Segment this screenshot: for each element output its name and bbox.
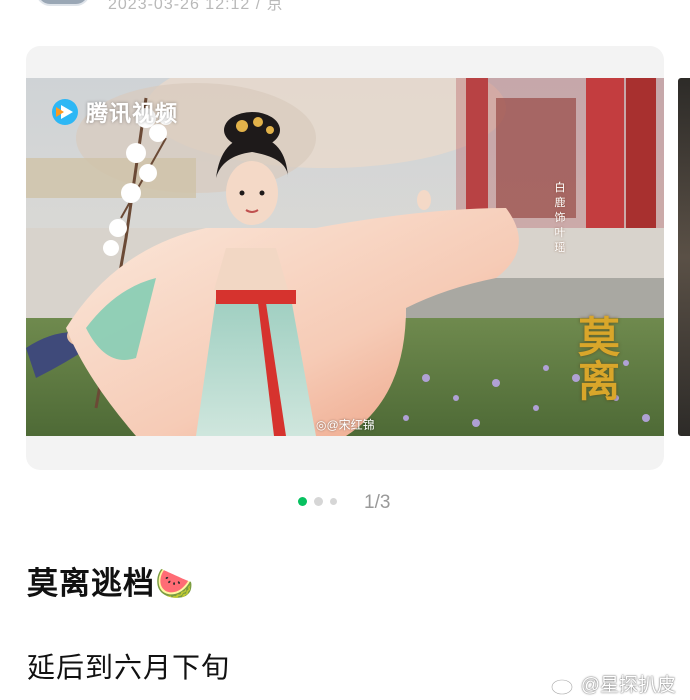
watermark-brand: 腾讯视频 bbox=[86, 101, 179, 126]
photo-credit: ◎@宋红锦 bbox=[316, 418, 375, 432]
carousel-dot-active[interactable] bbox=[298, 497, 307, 506]
watermark-handle: @星探扒皮 bbox=[580, 675, 676, 696]
carousel-indicator bbox=[298, 497, 337, 506]
post-headline: 莫离逃档🍉 bbox=[27, 566, 195, 601]
image-carousel[interactable]: 腾讯视频 白鹿饰叶瑶 莫离 ◎@宋红锦 bbox=[26, 46, 664, 470]
post-timestamp: 2023-03-26 12:12 / 京 bbox=[108, 0, 284, 13]
post-meta-header: 2023-03-26 12:12 / 京 bbox=[0, 0, 690, 13]
carousel-image[interactable]: 腾讯视频 白鹿饰叶瑶 莫离 ◎@宋红锦 bbox=[26, 78, 664, 436]
play-logo-icon bbox=[52, 99, 78, 125]
post-body: 延后到六月下旬 bbox=[27, 652, 231, 683]
next-image-peek[interactable] bbox=[678, 78, 690, 436]
carousel-dot[interactable] bbox=[330, 498, 337, 505]
avatar[interactable] bbox=[36, 0, 90, 6]
carousel-dot[interactable] bbox=[314, 497, 323, 506]
cast-caption: 白鹿饰叶瑶 bbox=[554, 182, 566, 254]
post-page: 2023-03-26 12:12 / 京 腾讯视频 白鹿饰叶瑶 莫离 ◎@宋红锦… bbox=[0, 0, 690, 700]
show-title-calligraphy: 莫离 bbox=[577, 313, 620, 406]
tencent-video-watermark: 腾讯视频 bbox=[50, 96, 178, 128]
weibo-watermark: @星探扒皮 bbox=[550, 670, 676, 697]
weibo-logo-icon bbox=[550, 674, 576, 695]
image-counter: 1/3 bbox=[364, 492, 391, 513]
